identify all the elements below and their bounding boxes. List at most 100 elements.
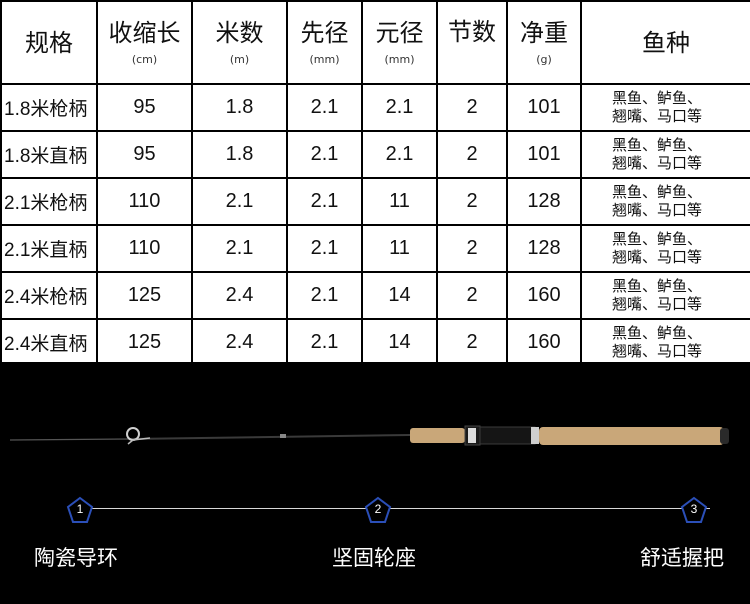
header-label: 净重 <box>520 18 568 47</box>
feature-label-3: 舒适握把 <box>640 546 724 570</box>
header-fish: 鱼种 <box>580 0 750 85</box>
fish-line: 黑鱼、鲈鱼、 <box>612 277 703 295</box>
cell-fish: 黑鱼、鲈鱼、 翘嘴、马口等 <box>580 318 750 367</box>
table-row: 2.1米枪柄 110 2.1 2.1 11 2 128 黑鱼、鲈鱼、 翘嘴、马口等 <box>0 177 750 226</box>
header-label: 鱼种 <box>642 28 690 57</box>
track-line <box>80 508 710 509</box>
cell-length: 125 <box>96 318 193 367</box>
cell-sections: 2 <box>436 271 508 320</box>
feature-number: 3 <box>690 502 698 516</box>
cell-sections: 2 <box>436 83 508 132</box>
header-sections: 节数 <box>436 0 508 85</box>
table-row: 2.4米枪柄 125 2.4 2.1 14 2 160 黑鱼、鲈鱼、 翘嘴、马口等 <box>0 271 750 320</box>
fish-line: 翘嘴、马口等 <box>612 295 703 313</box>
header-weight: 净重 (g) <box>506 0 582 85</box>
cell-meters: 2.4 <box>191 271 288 320</box>
fish-line: 翘嘴、马口等 <box>612 342 703 360</box>
feature-number: 1 <box>76 502 84 516</box>
header-unit: (m) <box>229 52 250 66</box>
feature-marker-3: 3 <box>680 496 708 524</box>
cell-fish: 黑鱼、鲈鱼、 翘嘴、马口等 <box>580 271 750 320</box>
header-length: 收缩长 (cm) <box>96 0 193 85</box>
fish-line: 黑鱼、鲈鱼、 <box>612 183 703 201</box>
cell-fish: 黑鱼、鲈鱼、 翘嘴、马口等 <box>580 224 750 273</box>
spec-table-wrap: 规格 收缩长 (cm) 米数 (m) 先径 (mm) 元径 (mm) 节数 净重 (g) … <box>0 0 750 367</box>
cell-length: 110 <box>96 224 193 273</box>
fish-line: 翘嘴、马口等 <box>612 248 703 266</box>
feature-number: 2 <box>374 502 382 516</box>
cell-weight: 160 <box>506 318 582 367</box>
cell-meters: 2.4 <box>191 318 288 367</box>
table-row: 2.1米直柄 110 2.1 2.1 11 2 128 黑鱼、鲈鱼、 翘嘴、马口等 <box>0 224 750 273</box>
fish-line: 黑鱼、鲈鱼、 <box>612 230 703 248</box>
fish-line: 翘嘴、马口等 <box>612 107 703 125</box>
cell-tip: 2.1 <box>286 224 363 273</box>
header-label: 规格 <box>25 28 73 57</box>
cell-weight: 101 <box>506 83 582 132</box>
cell-tip: 2.1 <box>286 83 363 132</box>
header-row: 规格 收缩长 (cm) 米数 (m) 先径 (mm) 元径 (mm) 节数 净重 (g) … <box>0 0 750 85</box>
cell-sections: 2 <box>436 224 508 273</box>
spec-table: 规格 收缩长 (cm) 米数 (m) 先径 (mm) 元径 (mm) 节数 净重 (g) … <box>0 0 750 367</box>
cell-spec: 2.1米直柄 <box>0 224 98 273</box>
cell-meters: 1.8 <box>191 83 288 132</box>
header-unit: (cm) <box>131 52 158 66</box>
cell-tip: 2.1 <box>286 177 363 226</box>
header-label: 收缩长 <box>108 18 181 47</box>
fish-line: 黑鱼、鲈鱼、 <box>612 136 703 154</box>
cell-tip: 2.1 <box>286 271 363 320</box>
header-butt: 元径 (mm) <box>361 0 438 85</box>
fish-line: 翘嘴、马口等 <box>612 201 703 219</box>
cell-spec: 1.8米直柄 <box>0 130 98 179</box>
cell-weight: 160 <box>506 271 582 320</box>
header-unit: (mm) <box>309 52 340 66</box>
cell-fish: 黑鱼、鲈鱼、 翘嘴、马口等 <box>580 177 750 226</box>
cell-sections: 2 <box>436 318 508 367</box>
fishing-rod-image <box>9 425 729 446</box>
header-meters: 米数 (m) <box>191 0 288 85</box>
header-label: 元径 <box>375 18 424 47</box>
cell-length: 110 <box>96 177 193 226</box>
header-tip: 先径 (mm) <box>286 0 363 85</box>
feature-label-1: 陶瓷导环 <box>34 546 118 570</box>
cell-butt: 2.1 <box>361 83 438 132</box>
cell-butt: 2.1 <box>361 130 438 179</box>
cell-tip: 2.1 <box>286 318 363 367</box>
cell-spec: 2.1米枪柄 <box>0 177 98 226</box>
table-row: 2.4米直柄 125 2.4 2.1 14 2 160 黑鱼、鲈鱼、 翘嘴、马口等 <box>0 318 750 367</box>
header-spec: 规格 <box>0 0 98 85</box>
cell-meters: 2.1 <box>191 224 288 273</box>
fish-line: 翘嘴、马口等 <box>612 154 703 172</box>
table-row: 1.8米直柄 95 1.8 2.1 2.1 2 101 黑鱼、鲈鱼、 翘嘴、马口等 <box>0 130 750 179</box>
cell-butt: 11 <box>361 224 438 273</box>
cell-spec: 2.4米枪柄 <box>0 271 98 320</box>
cell-weight: 128 <box>506 177 582 226</box>
cell-spec: 2.4米直柄 <box>0 318 98 367</box>
cell-length: 95 <box>96 83 193 132</box>
feature-track <box>60 492 730 522</box>
cell-length: 95 <box>96 130 193 179</box>
cell-fish: 黑鱼、鲈鱼、 翘嘴、马口等 <box>580 83 750 132</box>
header-unit: (g) <box>536 52 552 66</box>
cell-sections: 2 <box>436 177 508 226</box>
fish-line: 黑鱼、鲈鱼、 <box>612 89 703 107</box>
cell-spec: 1.8米枪柄 <box>0 83 98 132</box>
cell-butt: 11 <box>361 177 438 226</box>
cell-tip: 2.1 <box>286 130 363 179</box>
cell-weight: 101 <box>506 130 582 179</box>
feature-marker-2: 2 <box>364 496 392 524</box>
table-row: 1.8米枪柄 95 1.8 2.1 2.1 2 101 黑鱼、鲈鱼、 翘嘴、马口等 <box>0 83 750 132</box>
header-label: 米数 <box>215 18 264 47</box>
header-label: 先径 <box>300 18 349 47</box>
cell-meters: 2.1 <box>191 177 288 226</box>
features-section: 1 陶瓷导环 2 坚固轮座 3 舒适握把 <box>0 362 750 604</box>
cell-length: 125 <box>96 271 193 320</box>
cell-sections: 2 <box>436 130 508 179</box>
cell-butt: 14 <box>361 318 438 367</box>
feature-label-2: 坚固轮座 <box>332 546 416 570</box>
cell-meters: 1.8 <box>191 130 288 179</box>
cell-butt: 14 <box>361 271 438 320</box>
cell-weight: 128 <box>506 224 582 273</box>
header-unit: (mm) <box>384 52 415 66</box>
header-label: 节数 <box>448 17 496 46</box>
